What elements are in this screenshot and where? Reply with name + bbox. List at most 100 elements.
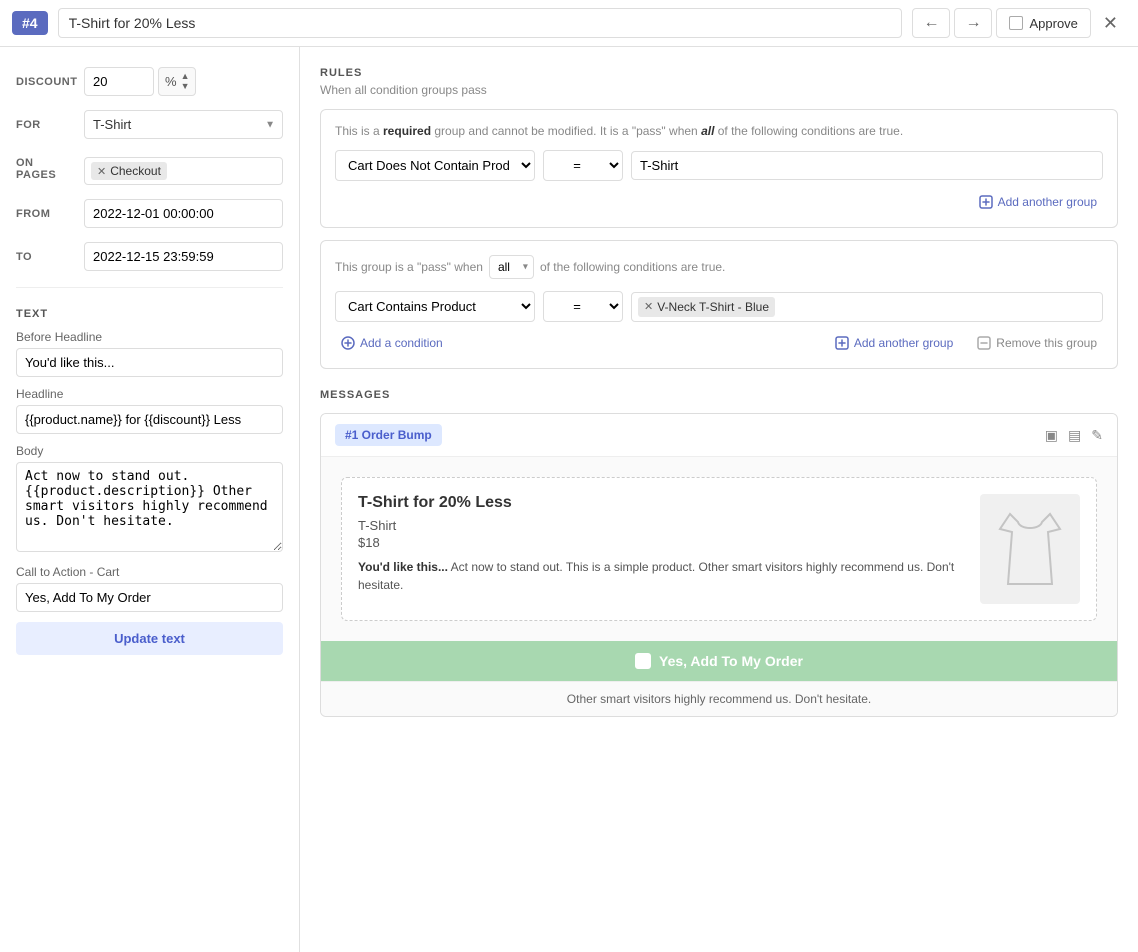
product-image-placeholder — [980, 494, 1080, 604]
rule-group-1-header: This is a required group and cannot be m… — [335, 124, 1103, 138]
for-label: FOR — [16, 119, 76, 131]
rule-2-tag-label: V-Neck T-Shirt - Blue — [657, 300, 769, 314]
headline-input[interactable] — [16, 405, 283, 434]
app-header: #4 ← → Approve ✕ — [0, 0, 1138, 47]
title-input[interactable] — [58, 8, 903, 38]
order-bump-badge: #1 Order Bump — [335, 424, 442, 446]
discount-pct-control: % ▲ ▼ — [158, 67, 196, 96]
from-row: FROM — [16, 199, 283, 228]
product-price: $18 — [358, 535, 966, 550]
left-panel: DISCOUNT % ▲ ▼ FOR T- — [0, 47, 300, 952]
add-condition-button[interactable]: Add a condition — [335, 332, 449, 354]
on-pages-input[interactable]: ✕ Checkout — [84, 157, 283, 185]
order-bump-card: #1 Order Bump ▣ ▤ ✎ T-Shirt for 20% Less — [320, 413, 1118, 717]
cta-checkbox — [635, 653, 651, 669]
rule-1-value-input[interactable] — [631, 151, 1103, 180]
add-group-icon-1 — [979, 195, 993, 209]
discount-row: DISCOUNT % ▲ ▼ — [16, 67, 283, 96]
approve-button[interactable]: Approve — [996, 8, 1090, 38]
right-panel: RULES When all condition groups pass Thi… — [300, 47, 1138, 952]
add-another-group-btn-2[interactable]: Add another group — [829, 332, 959, 354]
item-number: #4 — [12, 11, 48, 35]
rule-2-operator-select[interactable]: = — [543, 291, 623, 322]
discount-input[interactable] — [84, 67, 154, 96]
cta-label: Call to Action - Cart — [16, 565, 283, 579]
rules-title: RULES — [320, 67, 1118, 79]
product-desc-bold: You'd like this... — [358, 560, 448, 574]
desktop-icon[interactable]: ▣ — [1045, 427, 1058, 444]
cta-input[interactable] — [16, 583, 283, 612]
on-pages-label: ON PAGES — [16, 157, 76, 181]
messages-section: MESSAGES #1 Order Bump ▣ ▤ ✎ — [320, 389, 1118, 717]
text-section: TEXT Before Headline Headline Body Act n… — [16, 308, 283, 655]
cta-text: Yes, Add To My Order — [659, 653, 803, 669]
pass-when-text: This group is a "pass" when — [335, 260, 483, 274]
discount-arrows: ▲ ▼ — [181, 72, 190, 91]
for-select[interactable]: T-Shirt — [84, 110, 283, 139]
divider-1 — [16, 287, 283, 288]
to-label: TO — [16, 251, 76, 263]
rule-2-value-tag: ✕ V-Neck T-Shirt - Blue — [638, 297, 775, 317]
rule-row-1: Cart Does Not Contain Product = — [335, 150, 1103, 181]
checkout-tag-remove[interactable]: ✕ — [97, 165, 106, 178]
update-text-button[interactable]: Update text — [16, 622, 283, 655]
pass-condition-wrap: all — [489, 255, 534, 279]
product-info: T-Shirt for 20% Less T-Shirt $18 You'd l… — [358, 494, 966, 604]
on-pages-row: ON PAGES ✕ Checkout — [16, 153, 283, 185]
next-button[interactable]: → — [954, 8, 992, 38]
approve-checkbox — [1009, 16, 1023, 30]
checkout-tag-label: Checkout — [110, 164, 161, 178]
add-condition-label: Add a condition — [360, 336, 443, 350]
rule-1-condition-select[interactable]: Cart Does Not Contain Product — [335, 150, 535, 181]
add-condition-icon — [341, 336, 355, 350]
order-bump-cta-button[interactable]: Yes, Add To My Order — [321, 641, 1117, 681]
order-bump-body: T-Shirt for 20% Less T-Shirt $18 You'd l… — [321, 457, 1117, 641]
bump-icons: ▣ ▤ ✎ — [1045, 427, 1103, 444]
before-headline-label: Before Headline — [16, 330, 283, 344]
order-bump-footer: Other smart visitors highly recommend us… — [321, 681, 1117, 716]
for-select-wrapper: T-Shirt ▼ — [84, 110, 283, 139]
rule-2-tag-remove[interactable]: ✕ — [644, 300, 653, 313]
add-group-icon-2 — [835, 336, 849, 350]
rule-2-condition-select[interactable]: Cart Contains Product — [335, 291, 535, 322]
rules-section: RULES When all condition groups pass Thi… — [320, 67, 1118, 369]
to-row: TO — [16, 242, 283, 271]
add-another-group-btn-1[interactable]: Add another group — [973, 191, 1103, 213]
remove-group-label: Remove this group — [996, 336, 1097, 350]
discount-field: % ▲ ▼ — [84, 67, 196, 96]
rule-group-2-header: This group is a "pass" when all of the f… — [335, 255, 1103, 279]
add-another-group-label-2: Add another group — [854, 336, 953, 350]
remove-group-button[interactable]: Remove this group — [971, 332, 1103, 354]
mobile-icon[interactable]: ▤ — [1068, 427, 1081, 444]
order-bump-header: #1 Order Bump ▣ ▤ ✎ — [321, 414, 1117, 457]
product-desc-text: Act now to stand out. This is a simple p… — [358, 560, 954, 592]
rule-group-2: This group is a "pass" when all of the f… — [320, 240, 1118, 369]
discount-label: DISCOUNT — [16, 76, 76, 88]
header-nav: ← → Approve ✕ — [912, 8, 1126, 38]
remove-group-icon — [977, 336, 991, 350]
rule-2-value-field[interactable]: ✕ V-Neck T-Shirt - Blue — [631, 292, 1103, 322]
pass-condition-select[interactable]: all — [489, 255, 534, 279]
tshirt-image — [990, 504, 1070, 594]
discount-pct-symbol: % — [165, 74, 177, 89]
order-bump-footer-text: Other smart visitors highly recommend us… — [567, 692, 871, 706]
body-textarea[interactable]: Act now to stand out. {{product.descript… — [16, 462, 283, 552]
product-image — [980, 494, 1080, 604]
headline-label: Headline — [16, 387, 283, 401]
rule-group-1-footer: Add another group — [335, 191, 1103, 213]
from-label: FROM — [16, 208, 76, 220]
to-input[interactable] — [84, 242, 283, 271]
discount-up-arrow[interactable]: ▲ — [181, 72, 190, 81]
rule-1-operator-select[interactable]: = — [543, 150, 623, 181]
for-row: FOR T-Shirt ▼ — [16, 110, 283, 139]
close-button[interactable]: ✕ — [1095, 8, 1126, 38]
approve-label: Approve — [1029, 16, 1077, 31]
edit-icon[interactable]: ✎ — [1091, 427, 1103, 444]
pass-suffix-text: of the following conditions are true. — [540, 260, 725, 274]
prev-button[interactable]: ← — [912, 8, 950, 38]
rule-group-2-footer: Add a condition Add another group — [335, 332, 1103, 354]
before-headline-input[interactable] — [16, 348, 283, 377]
discount-down-arrow[interactable]: ▼ — [181, 82, 190, 91]
from-input[interactable] — [84, 199, 283, 228]
add-another-group-label-1: Add another group — [998, 195, 1097, 209]
